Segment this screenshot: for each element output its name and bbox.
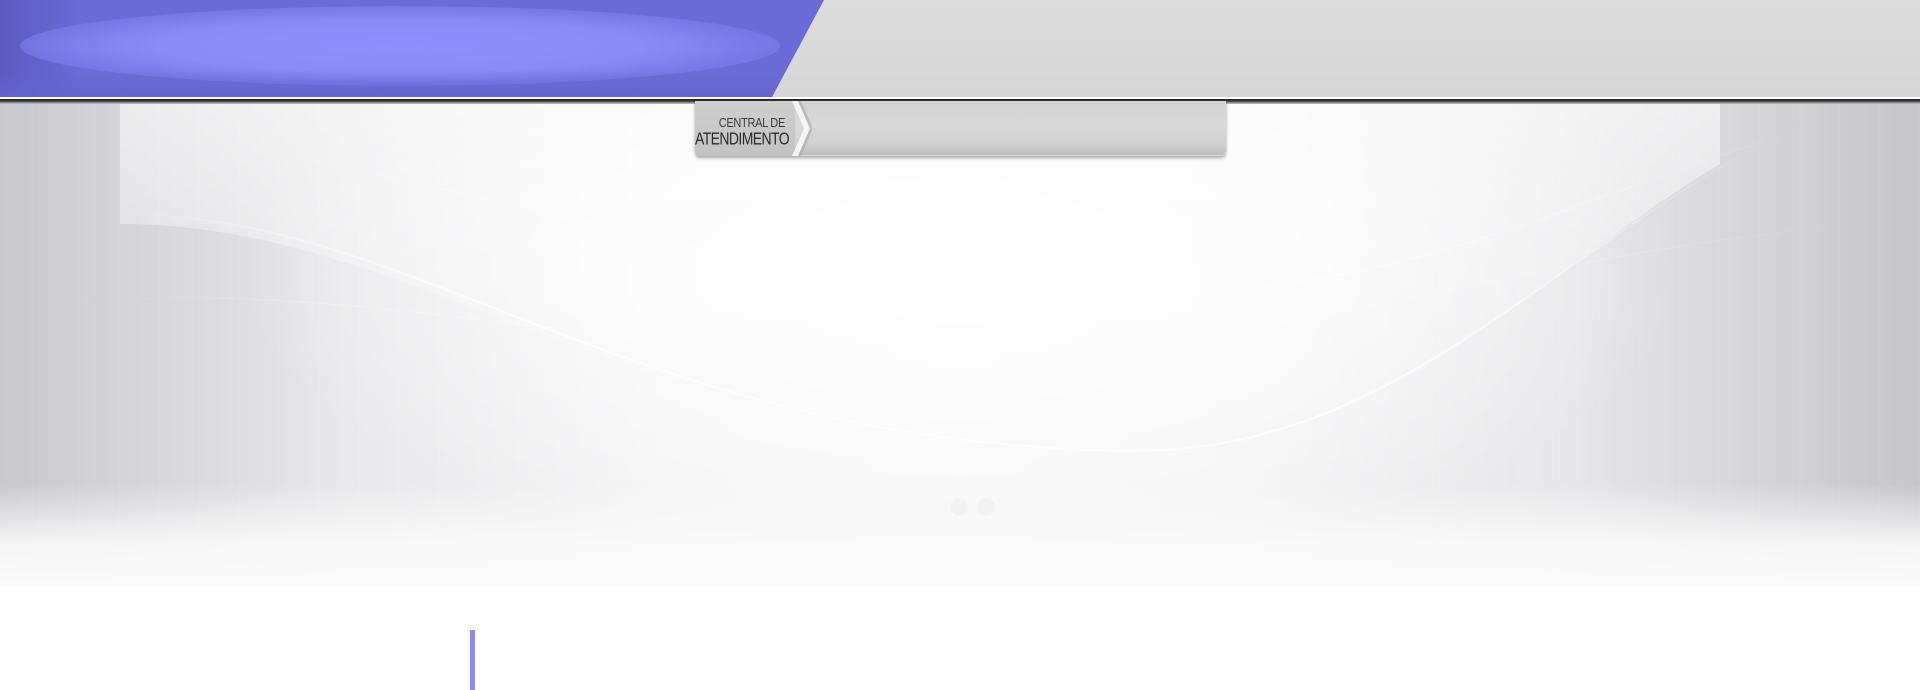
support-center-label-line2: ATENDIMENTO	[695, 128, 790, 148]
slider-pagination	[951, 499, 995, 517]
brand-banner[interactable]	[0, 0, 824, 97]
page: CENTRAL DE ATENDIMENTO	[0, 0, 1920, 690]
brand-banner-bottom-shade	[0, 72, 824, 97]
chevron-right-icon	[792, 101, 812, 156]
section-accent-bar	[470, 630, 475, 690]
slider-dot-2[interactable]	[978, 499, 994, 515]
slider-dot-1[interactable]	[951, 499, 967, 515]
support-center-tab[interactable]: CENTRAL DE ATENDIMENTO	[695, 101, 1226, 156]
support-center-content[interactable]	[810, 101, 1226, 156]
support-center-label-area[interactable]: CENTRAL DE ATENDIMENTO	[695, 101, 795, 156]
